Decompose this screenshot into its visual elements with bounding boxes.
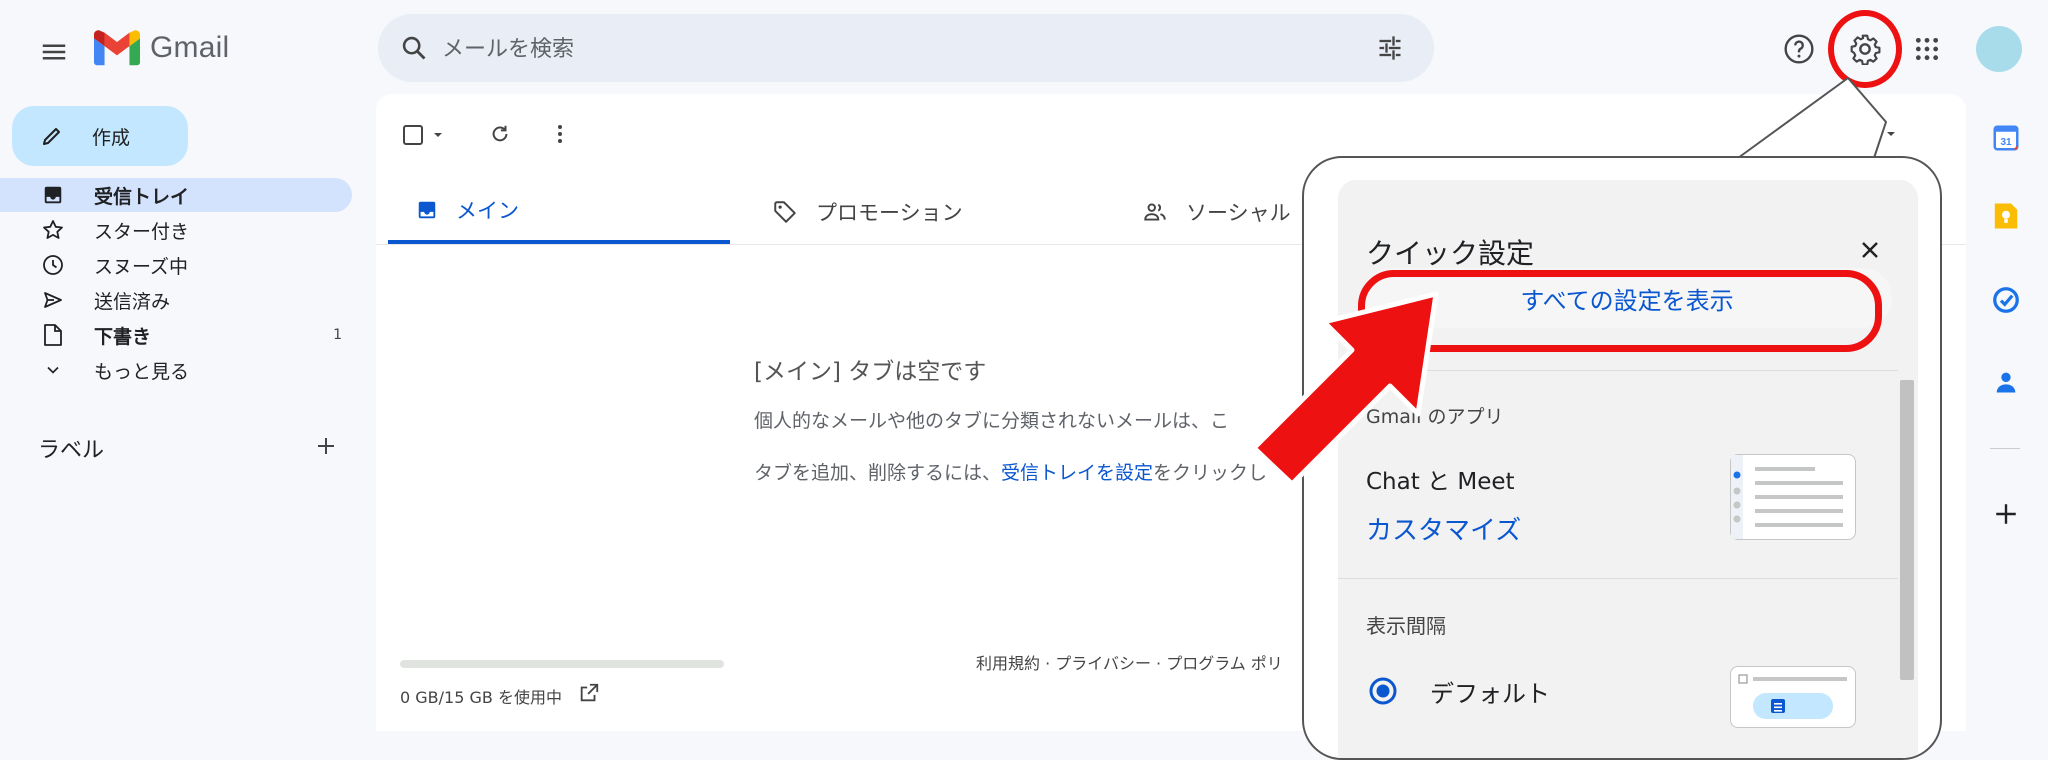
sidebar-item-starred[interactable]: スター付き — [0, 213, 352, 247]
inbox-settings-link[interactable]: 受信トレイを設定 — [1001, 462, 1153, 484]
main-menu-button[interactable] — [30, 28, 78, 76]
compose-button[interactable]: 作成 — [12, 106, 188, 166]
select-checkbox[interactable] — [402, 118, 454, 152]
draft-count: 1 — [333, 327, 342, 343]
radio-selected-icon — [1369, 677, 1397, 705]
sidebar-item-snoozed[interactable]: スヌーズ中 — [0, 248, 352, 282]
empty-state-description: 個人的なメールや他のタブに分類されないメールは、こ — [754, 410, 1230, 432]
sidebar-item-label: 受信トレイ — [94, 185, 190, 208]
density-default-label: デフォルト — [1430, 680, 1550, 708]
keep-icon[interactable] — [1986, 196, 2026, 236]
gmail-wordmark: Gmail — [150, 31, 230, 64]
apps-grid-icon — [1915, 37, 1939, 61]
pencil-icon — [43, 128, 60, 145]
clock-icon — [40, 252, 66, 278]
refresh-icon — [492, 125, 508, 142]
sidebar-item-drafts[interactable]: 下書き 1 — [0, 318, 352, 352]
density-section-heading: 表示間隔 — [1366, 614, 1446, 638]
inbox-icon — [418, 201, 436, 219]
create-label-button[interactable] — [312, 432, 340, 460]
sidebar-item-label: もっと見る — [94, 360, 190, 383]
tab-label: メイン — [456, 199, 519, 223]
account-avatar[interactable] — [1976, 26, 2022, 72]
sidebar-item-label: スター付き — [94, 220, 190, 243]
tasks-icon[interactable] — [1986, 280, 2026, 320]
draft-icon — [40, 322, 66, 348]
contacts-icon[interactable] — [1986, 362, 2026, 402]
sidebar-item-label: 送信済み — [94, 290, 171, 313]
inbox-icon — [40, 182, 66, 208]
hamburger-icon — [42, 44, 66, 60]
tab-promotions[interactable]: プロモーション — [772, 180, 963, 244]
labels-heading: ラベル — [38, 438, 105, 463]
divider — [1338, 578, 1898, 579]
density-preview-thumbnail[interactable] — [1730, 666, 1856, 728]
google-apps-button[interactable] — [1904, 26, 1950, 72]
empty-state-title: [メイン] タブは空です — [754, 359, 987, 385]
search-options-icon[interactable] — [1370, 28, 1410, 68]
sidebar-item-label: スヌーズ中 — [94, 255, 189, 278]
gmail-m-icon — [94, 30, 140, 66]
sidebar-item-label: 下書き — [94, 325, 152, 348]
search-input[interactable] — [440, 14, 1344, 84]
get-addons-button[interactable] — [1986, 494, 2026, 534]
gmail-logo[interactable]: Gmail — [94, 30, 229, 66]
footer-links[interactable]: 利用規約 · プライバシー · プログラム ポリ — [976, 650, 1283, 674]
people-icon — [1144, 203, 1166, 221]
plus-icon — [1996, 504, 2016, 524]
sidebar-item-more[interactable]: もっと見る — [0, 353, 352, 387]
empty-state-hint: タブを追加、削除するには、受信トレイを設定をクリックし — [754, 458, 1267, 485]
svg-text:31: 31 — [2000, 137, 2012, 148]
more-vert-icon — [558, 125, 562, 143]
sidebar-item-inbox[interactable]: 受信トレイ — [0, 178, 352, 212]
chevron-down-icon — [40, 357, 66, 383]
red-arrow-annotation — [1251, 291, 1439, 487]
tab-main[interactable]: メイン — [388, 180, 730, 244]
caret-down-icon — [434, 133, 442, 137]
search-bar[interactable] — [378, 14, 1434, 84]
quick-settings-title: クイック設定 — [1366, 237, 1535, 270]
search-icon[interactable] — [394, 28, 434, 68]
hint-text-prefix: タブを追加、削除するには、 — [754, 462, 1002, 484]
density-default-radio[interactable] — [1366, 674, 1400, 708]
tab-label: ソーシャル — [1186, 201, 1291, 225]
chat-meet-preview-thumbnail[interactable] — [1730, 454, 1856, 540]
storage-usage-text: 0 GB/15 GB を使用中 — [400, 688, 562, 707]
send-icon — [40, 287, 66, 313]
tab-label: プロモーション — [816, 201, 963, 225]
calendar-icon[interactable]: 31 — [1986, 118, 2026, 158]
checkbox-icon — [403, 125, 423, 145]
manage-storage-link[interactable] — [576, 680, 602, 706]
storage-usage-bar — [400, 660, 724, 668]
close-button[interactable] — [1850, 230, 1890, 270]
star-icon — [40, 217, 66, 243]
close-icon — [1862, 242, 1878, 258]
tab-social[interactable]: ソーシャル — [1142, 180, 1291, 244]
panel-scrollbar[interactable] — [1900, 380, 1914, 680]
tag-icon — [774, 201, 796, 223]
plus-icon — [318, 438, 334, 454]
side-panel-divider — [1990, 448, 2020, 449]
refresh-button[interactable] — [482, 116, 518, 152]
more-options-button[interactable] — [542, 116, 578, 152]
open-in-new-icon — [580, 683, 599, 702]
sidebar-item-sent[interactable]: 送信済み — [0, 283, 352, 317]
compose-label: 作成 — [92, 126, 131, 149]
